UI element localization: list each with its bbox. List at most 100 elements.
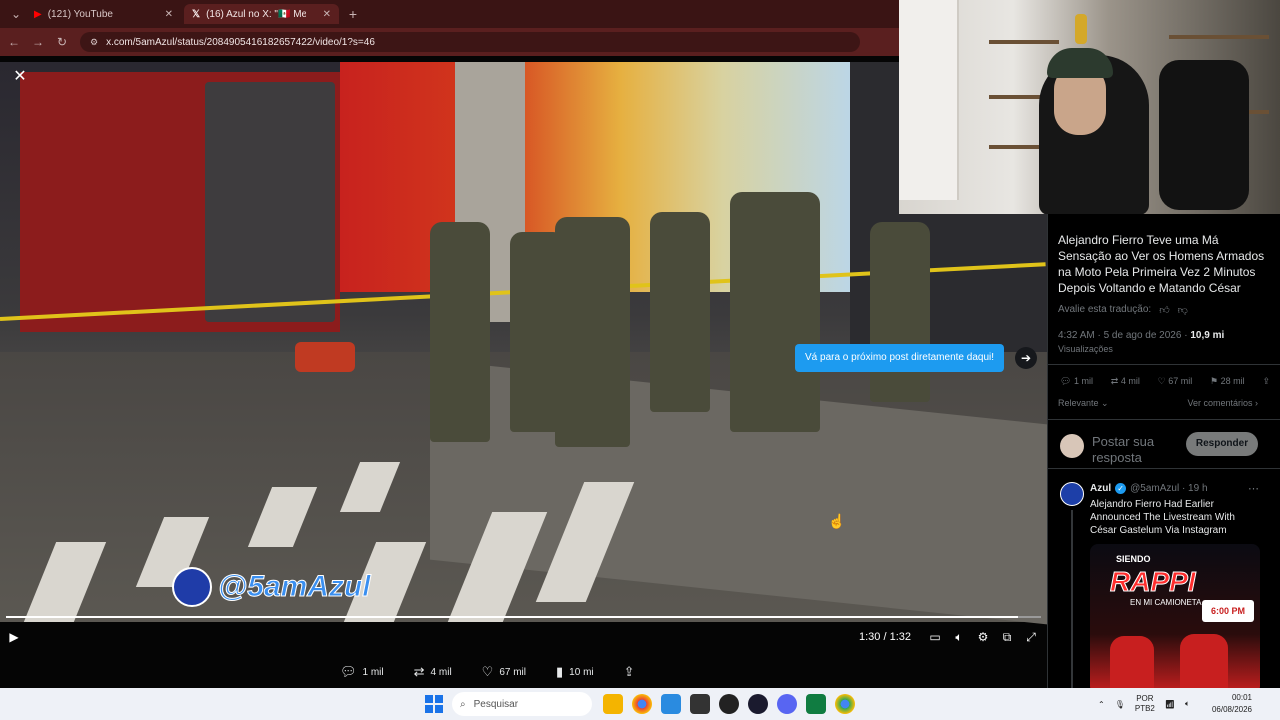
chrome-icon[interactable] [632, 694, 652, 714]
settings-gear-icon[interactable]: ⚙ [973, 630, 993, 644]
volume-icon[interactable]: 🔈︎ [949, 630, 969, 645]
post-text: Alejandro Fierro Teve uma Má Sensação ao… [1058, 233, 1265, 295]
discord-icon[interactable] [777, 694, 797, 714]
chrome-icon[interactable] [835, 694, 855, 714]
tab-list-icon[interactable]: ⌄ [4, 7, 28, 21]
watermark-text: @5amAzul [218, 570, 372, 604]
post-timestamp[interactable]: 4:32 AM · 5 de ago de 2026 · [1058, 330, 1190, 341]
windows-taskbar: ⌕ Pesquisar ⌃ 🎙︎ POR PTB2 📶︎ 🔈︎ 00:01 06/… [0, 688, 1280, 720]
clock-time: 00:01 [1231, 693, 1252, 702]
reply-submit-button[interactable]: Responder [1186, 432, 1258, 456]
share-button[interactable]: ⇪ [624, 664, 635, 680]
back-icon[interactable]: ← [2, 35, 26, 49]
scene-sign [205, 82, 335, 322]
captions-icon[interactable]: ▭ [925, 630, 945, 644]
reload-icon[interactable]: ↻ [50, 35, 74, 49]
app-icon[interactable] [748, 694, 768, 714]
repost-icon: ⇄ [1110, 376, 1119, 386]
repost-count: 4 mil [430, 666, 452, 678]
reply-composer: Postar sua resposta Responder [1048, 419, 1280, 469]
forward-icon[interactable]: → [26, 35, 50, 49]
next-post-button[interactable]: ➔ [1015, 347, 1037, 369]
site-info-icon[interactable]: ⚙ [90, 37, 98, 48]
views-label: Visualizações [1058, 344, 1113, 354]
fullscreen-icon[interactable]: ⤢ [1021, 630, 1041, 645]
avatar[interactable] [1060, 482, 1084, 506]
reply-input[interactable]: Postar sua resposta [1092, 434, 1177, 466]
start-button[interactable] [425, 695, 443, 713]
close-icon[interactable]: ✕ [323, 9, 331, 20]
search-icon: ⌕ [460, 698, 466, 710]
wifi-icon[interactable]: 📶︎ [1165, 700, 1175, 709]
microphone-icon[interactable]: 🎙︎ [1115, 700, 1125, 709]
promo-brand-text: RAPPI [1110, 566, 1197, 598]
close-media-icon[interactable]: ✕ [10, 66, 30, 86]
reply-button[interactable]: 💬︎ 1 mil [1060, 376, 1093, 387]
repost-count: 4 mil [1120, 376, 1140, 386]
author-handle[interactable]: @5amAzul · 19 h [1130, 483, 1207, 494]
trophy-icon [1075, 14, 1087, 44]
excel-icon[interactable] [806, 694, 826, 714]
post-meta: 4:32 AM · 5 de ago de 2026 · 10,9 mi [1058, 330, 1224, 341]
post-views-count: 10,9 mi [1190, 330, 1225, 341]
reply-button[interactable]: 💬︎ 1 mil [340, 664, 384, 680]
taskbar-search[interactable]: ⌕ Pesquisar [452, 692, 592, 716]
share-icon[interactable]: ⇪ [1262, 376, 1270, 387]
channel-logo-icon [172, 567, 212, 607]
avatar[interactable] [1060, 434, 1084, 458]
webcam-shelf [989, 40, 1059, 44]
url-input[interactable]: ⚙ x.com/5amAzul/status/20849054161826574… [80, 32, 860, 52]
volume-icon[interactable]: 🔈︎ [1185, 699, 1190, 709]
sort-label: Relevante [1058, 398, 1099, 408]
file-explorer-icon[interactable] [603, 694, 623, 714]
like-count: 67 mil [499, 666, 527, 678]
repost-button[interactable]: ⇄ 4 mil [1111, 376, 1140, 387]
app-icon[interactable] [690, 694, 710, 714]
like-button[interactable]: ♡ 67 mil [1158, 376, 1193, 387]
scene-soldier [430, 222, 490, 442]
promo-person [1110, 636, 1154, 688]
reply-post[interactable]: Azul ✓ @5amAzul · 19 h ⋯ Alejandro Fierr… [1048, 476, 1280, 688]
webcam-chair [1159, 60, 1249, 210]
repost-icon: ⇄ [413, 664, 425, 679]
video-frame [0, 62, 1047, 625]
thumbs-down-icon[interactable]: 👎︎ [1178, 304, 1188, 316]
promo-person [1180, 634, 1228, 688]
more-options-icon[interactable]: ⋯ [1248, 482, 1259, 495]
video-time: 1:30 / 1:32 [859, 631, 911, 643]
tab-youtube[interactable]: ▶ (121) YouTube ✕ [26, 4, 181, 24]
search-placeholder: Pesquisar [473, 698, 519, 710]
tab-x-post[interactable]: 𝕏 (16) Azul no X: "🇲🇽 Mexican Infl ✕ [184, 4, 339, 24]
pip-icon[interactable]: ⧉ [997, 630, 1017, 645]
obs-icon[interactable] [719, 694, 739, 714]
chevron-up-icon[interactable]: ⌃ [1098, 700, 1105, 709]
new-tab-button[interactable]: + [341, 6, 365, 22]
post-side-panel: Alejandro Fierro Teve uma Má Sensação ao… [1047, 214, 1280, 688]
taskbar-clock[interactable]: 00:01 06/08/2026 [1206, 692, 1252, 716]
thumbs-up-icon[interactable]: 👍︎ [1159, 304, 1169, 316]
webcam-cap [1047, 48, 1113, 78]
reply-image[interactable]: SIENDO RAPPI EN MI CAMIONETA 6:00 PM [1090, 544, 1260, 688]
play-icon[interactable]: ▶ [4, 630, 24, 644]
chevron-down-icon: ⌄ [1101, 398, 1109, 408]
bookmark-button[interactable]: ⚑ 28 mil [1210, 376, 1245, 387]
video-progress-bar[interactable] [6, 616, 1041, 618]
video-player[interactable]: @5amAzul ▶ 1:30 / 1:32 ▭ 🔈︎ ⚙ ⧉ ⤢ [0, 56, 1047, 688]
see-replies-link[interactable]: Ver comentários › [1187, 398, 1258, 409]
repost-button[interactable]: ⇄ 4 mil [414, 664, 452, 680]
language-indicator[interactable]: POR PTB2 [1135, 694, 1155, 714]
author-name[interactable]: Azul [1090, 483, 1111, 494]
close-icon[interactable]: ✕ [165, 9, 173, 20]
app-icon[interactable] [661, 694, 681, 714]
sort-dropdown[interactable]: Relevante ⌄ [1058, 398, 1109, 409]
views-button[interactable]: ▮ 10 mi [556, 664, 594, 680]
heart-icon: ♡ [481, 664, 494, 679]
tab-title: (16) Azul no X: "🇲🇽 Mexican Infl [206, 8, 307, 20]
video-action-bar: 💬︎ 1 mil ⇄ 4 mil ♡ 67 mil ▮ 10 mi ⇪ [340, 664, 635, 680]
post-engagement-bar: 💬︎ 1 mil ⇄ 4 mil ♡ 67 mil ⚑ 28 mil ⇪ [1060, 376, 1270, 387]
lang-code: POR [1136, 694, 1154, 703]
comment-icon: 💬︎ [340, 664, 357, 679]
like-button[interactable]: ♡ 67 mil [482, 664, 526, 680]
rate-translation-label: Avalie esta tradução: [1058, 304, 1152, 315]
address-bar-row: ← → ↻ ⚙ x.com/5amAzul/status/20849054161… [0, 28, 900, 56]
